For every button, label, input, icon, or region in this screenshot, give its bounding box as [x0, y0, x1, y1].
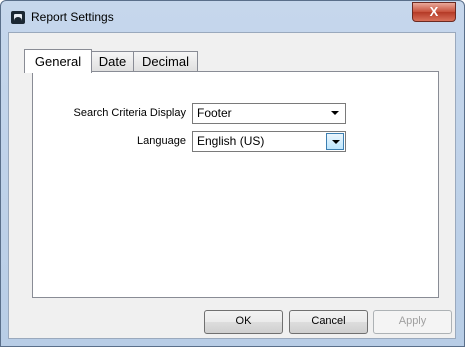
- ok-button[interactable]: OK: [204, 310, 283, 334]
- search-criteria-display-label: Search Criteria Display: [73, 107, 186, 119]
- tab-date[interactable]: Date: [91, 51, 134, 72]
- chevron-down-icon: [332, 140, 340, 144]
- window-title: Report Settings: [31, 10, 114, 24]
- chevron-down-icon: [331, 111, 339, 115]
- cancel-button[interactable]: Cancel: [289, 310, 368, 334]
- search-criteria-display-dropdown[interactable]: Footer: [192, 103, 346, 124]
- language-dropdown[interactable]: English (US): [192, 131, 346, 152]
- language-label: Language: [137, 135, 186, 147]
- apply-button[interactable]: Apply: [373, 310, 452, 334]
- tab-general[interactable]: General: [24, 49, 92, 73]
- language-value: English (US): [197, 134, 265, 148]
- app-icon: [11, 11, 25, 24]
- close-button[interactable]: X: [412, 2, 456, 22]
- dropdown-button[interactable]: [326, 133, 344, 150]
- title-bar[interactable]: Report Settings X: [1, 1, 464, 33]
- tab-decimal[interactable]: Decimal: [133, 51, 198, 72]
- search-criteria-display-value: Footer: [197, 106, 232, 120]
